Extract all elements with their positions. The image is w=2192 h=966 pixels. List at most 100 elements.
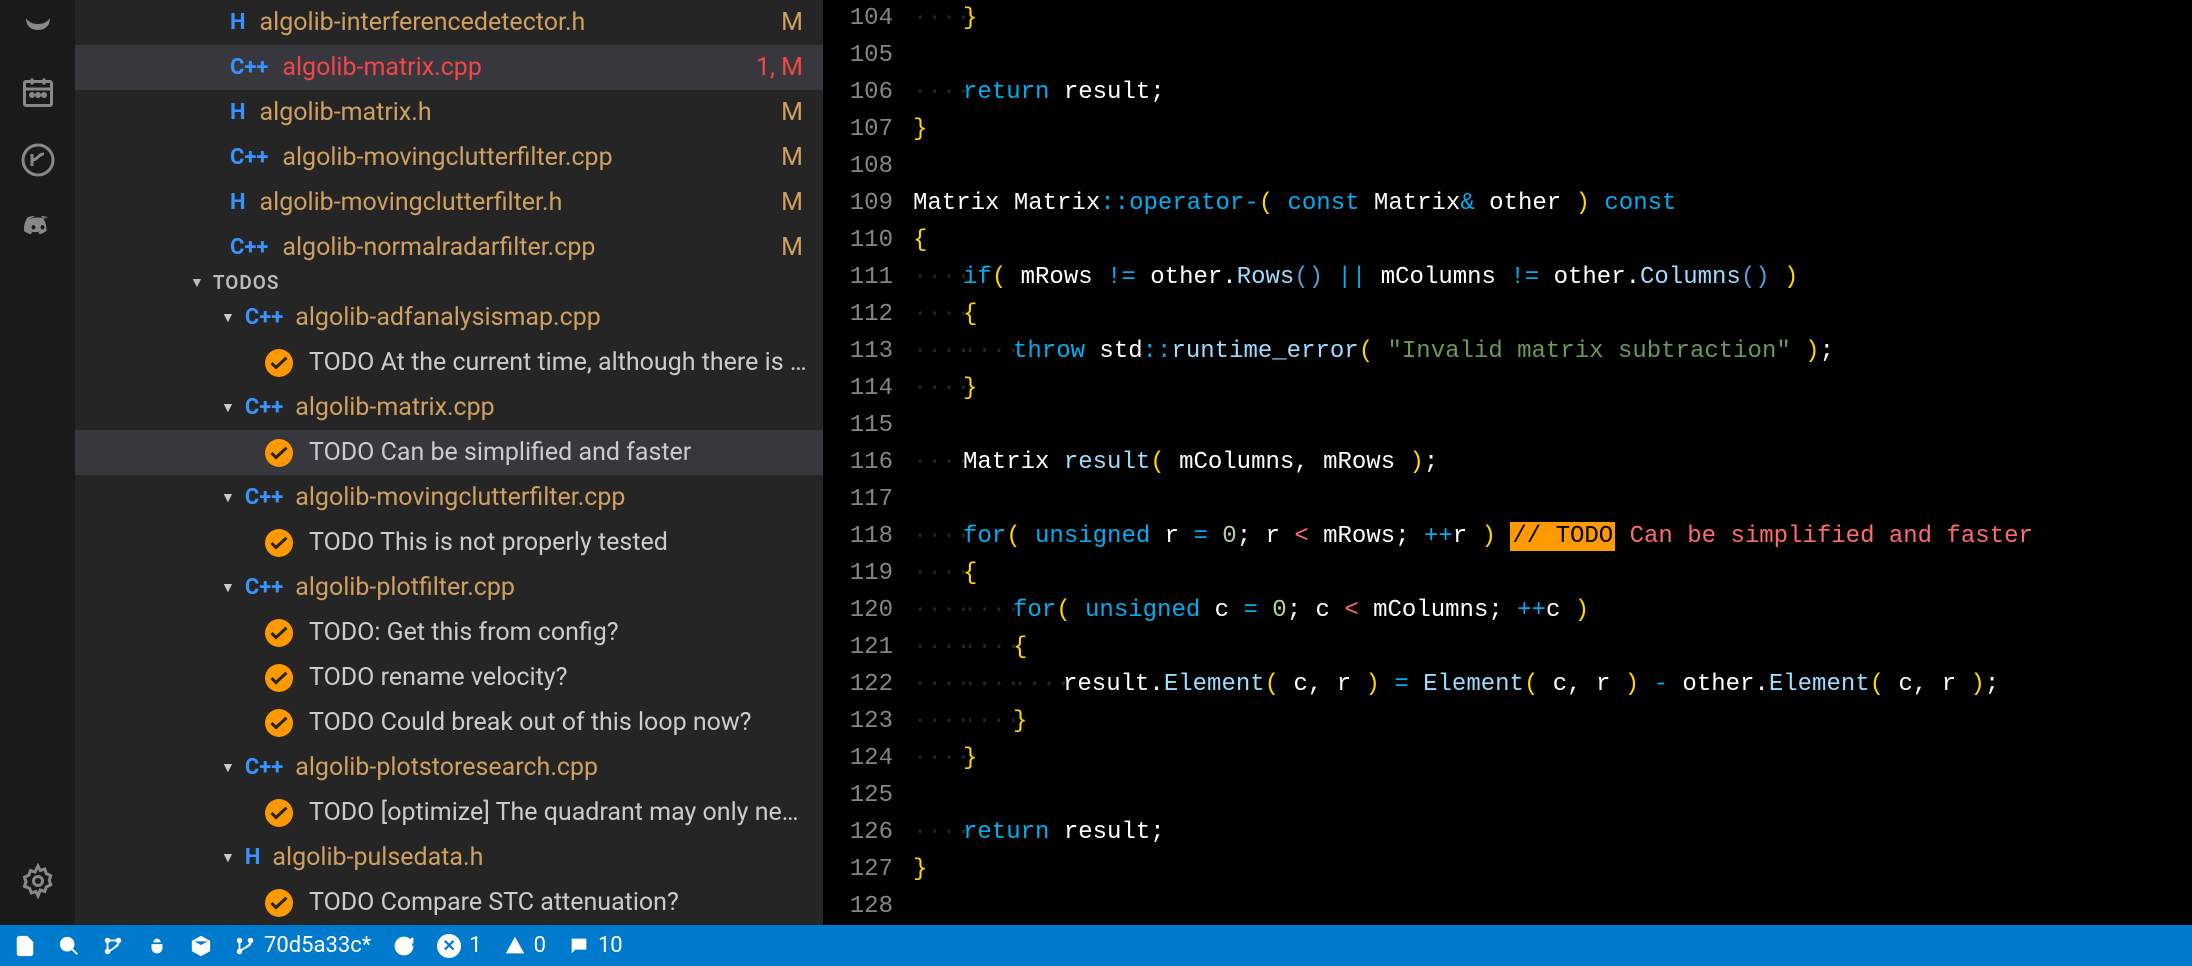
git-branch-circle-icon[interactable]	[14, 136, 62, 184]
file-row[interactable]: Halgolib-interferencedetector.hM	[75, 0, 823, 45]
file-row[interactable]: C++algolib-matrix.cpp1, M	[75, 45, 823, 90]
code-line[interactable]: ····Matrix result( mColumns, mRows );	[913, 444, 2182, 481]
code-line[interactable]: Matrix Matrix::operator-( const Matrix& …	[913, 185, 2182, 222]
todo-item[interactable]: TODO Compare STC attenuation?	[75, 880, 823, 925]
status-comments[interactable]: 10	[568, 933, 623, 958]
todo-item[interactable]: TODO At the current time, although there…	[75, 340, 823, 385]
code-line[interactable]: ····}	[913, 370, 2182, 407]
line-number: 109	[843, 185, 893, 222]
todo-text: TODO rename velocity?	[309, 663, 567, 692]
code-line[interactable]: ········throw std::runtime_error( "Inval…	[913, 333, 2182, 370]
line-number: 119	[843, 555, 893, 592]
line-gutter: 1041051061071081091101111121131141151161…	[823, 0, 913, 925]
todo-file-group[interactable]: ▼C++algolib-plotstoresearch.cpp	[75, 745, 823, 790]
code-line[interactable]	[913, 777, 2182, 814]
line-number: 106	[843, 74, 893, 111]
file-row[interactable]: C++ algolib-movingclutterfilter.cppM	[75, 135, 823, 180]
status-branch-icon[interactable]	[102, 935, 124, 957]
cpp-file-icon: C++	[230, 145, 268, 170]
todo-item[interactable]: TODO rename velocity?	[75, 655, 823, 700]
calendar-icon[interactable]	[14, 68, 62, 116]
status-package-icon[interactable]	[190, 935, 212, 957]
editor[interactable]: 1041051061071081091101111121131141151161…	[823, 0, 2192, 925]
status-search-icon[interactable]	[58, 935, 80, 957]
todo-check-icon	[265, 439, 293, 467]
sidebar: Halgolib-interferencedetector.hMC++algol…	[75, 0, 823, 925]
status-debug-icon[interactable]	[146, 935, 168, 957]
todo-text: TODO [optimize] The quadrant may only ne…	[309, 798, 808, 827]
todo-file-group[interactable]: ▼C++algolib-adfanalysismap.cpp	[75, 295, 823, 340]
todo-item[interactable]: TODO: Get this from config?	[75, 610, 823, 655]
code-line[interactable]: ····return result;	[913, 814, 2182, 851]
status-warnings[interactable]: 0	[504, 933, 546, 958]
status-file-icon[interactable]	[14, 935, 36, 957]
code-line[interactable]: ····}	[913, 0, 2182, 37]
line-number: 116	[843, 444, 893, 481]
file-name: algolib-movingclutterfilter.cpp	[282, 143, 781, 172]
code-line[interactable]: }	[913, 111, 2182, 148]
todo-item[interactable]: TODO Can be simplified and faster	[75, 430, 823, 475]
code-line[interactable]: ····return result;	[913, 74, 2182, 111]
status-sync-icon[interactable]	[393, 935, 415, 957]
line-number: 114	[843, 370, 893, 407]
todo-text: TODO Compare STC attenuation?	[309, 888, 679, 917]
status-git-branch[interactable]: 70d5a33c*	[234, 933, 371, 958]
line-number: 126	[843, 814, 893, 851]
todo-file-group[interactable]: ▼C++algolib-movingclutterfilter.cpp	[75, 475, 823, 520]
todo-item[interactable]: TODO [optimize] The quadrant may only ne…	[75, 790, 823, 835]
todo-item[interactable]: TODO This is not properly tested	[75, 520, 823, 565]
chevron-down-icon: ▼	[221, 399, 235, 416]
file-name: algolib-interferencedetector.h	[260, 8, 782, 37]
todo-item[interactable]: TODO Could break out of this loop now?	[75, 700, 823, 745]
code-line[interactable]	[913, 888, 2182, 925]
code-line[interactable]: }	[913, 851, 2182, 888]
file-row[interactable]: Halgolib-matrix.hM	[75, 90, 823, 135]
activity-bar	[0, 0, 75, 925]
code-line[interactable]	[913, 481, 2182, 518]
todos-section-header[interactable]: ▼ TODOS	[75, 270, 823, 295]
error-icon: ✕	[437, 934, 461, 958]
code-line[interactable]: ····for( unsigned r = 0; r < mRows; ++r …	[913, 518, 2182, 555]
code-line[interactable]: ····{	[913, 296, 2182, 333]
code-line[interactable]: {	[913, 222, 2182, 259]
file-name: algolib-matrix.cpp	[282, 53, 756, 82]
status-errors[interactable]: ✕ 1	[437, 933, 481, 958]
code-area[interactable]: ····}····return result;}Matrix Matrix::o…	[913, 0, 2192, 925]
code-line[interactable]: ····}	[913, 740, 2182, 777]
todo-file-group[interactable]: ▼C++algolib-matrix.cpp	[75, 385, 823, 430]
whale-icon[interactable]	[14, 0, 62, 48]
cpp-file-icon: C++	[245, 485, 283, 510]
todo-file-group[interactable]: ▼C++algolib-plotfilter.cpp	[75, 565, 823, 610]
file-status: M	[781, 233, 803, 262]
file-status: M	[781, 143, 803, 172]
todo-file-group[interactable]: ▼Halgolib-pulsedata.h	[75, 835, 823, 880]
line-number: 111	[843, 259, 893, 296]
line-number: 128	[843, 888, 893, 925]
code-line[interactable]: ············result.Element( c, r ) = Ele…	[913, 666, 2182, 703]
code-line[interactable]	[913, 148, 2182, 185]
file-status: M	[781, 98, 803, 127]
code-line[interactable]: ········}	[913, 703, 2182, 740]
cpp-file-icon: C++	[245, 575, 283, 600]
todo-list: ▼C++algolib-adfanalysismap.cpp TODO At th…	[75, 295, 823, 925]
header-file-icon: H	[245, 845, 261, 870]
code-line[interactable]	[913, 407, 2182, 444]
line-number: 120	[843, 592, 893, 629]
code-line[interactable]: ········for( unsigned c = 0; c < mColumn…	[913, 592, 2182, 629]
todo-text: TODO At the current time, although there…	[309, 348, 808, 377]
line-number: 105	[843, 37, 893, 74]
todo-check-icon	[265, 709, 293, 737]
file-row[interactable]: Halgolib-movingclutterfilter.hM	[75, 180, 823, 225]
chevron-down-icon: ▼	[221, 489, 235, 506]
file-row[interactable]: C++algolib-normalradarfilter.cppM	[75, 225, 823, 270]
todo-text: TODO Can be simplified and faster	[309, 438, 691, 467]
line-number: 117	[843, 481, 893, 518]
gear-icon[interactable]	[14, 857, 62, 905]
code-line[interactable]	[913, 37, 2182, 74]
cpp-file-icon: C++	[230, 55, 268, 80]
discord-icon[interactable]	[14, 204, 62, 252]
chevron-down-icon: ▼	[190, 274, 205, 291]
code-line[interactable]: ····{	[913, 555, 2182, 592]
code-line[interactable]: ····if( mRows != other.Rows() || mColumn…	[913, 259, 2182, 296]
code-line[interactable]: ········{	[913, 629, 2182, 666]
